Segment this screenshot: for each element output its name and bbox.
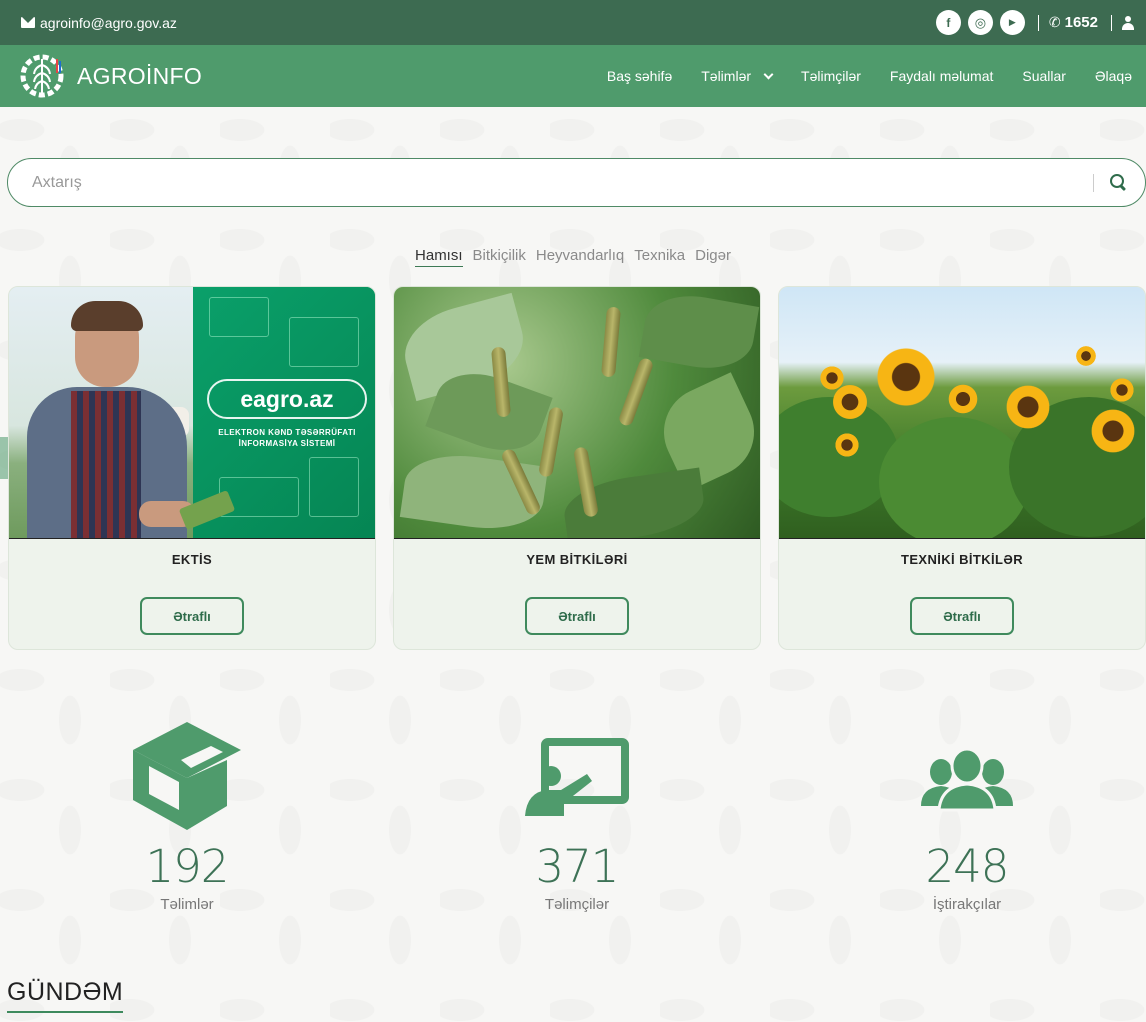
filter-livestock[interactable]: Heyvandarlıq	[536, 247, 624, 267]
filter-machinery[interactable]: Texnika	[634, 247, 685, 267]
card-image-eagro[interactable]: eagro.az ELEKTRON KƏND TƏSƏRRÜFATI İNFOR…	[9, 287, 375, 539]
email-link[interactable]: agroinfo@agro.gov.az	[21, 15, 177, 31]
leaf-shape	[638, 287, 760, 377]
card-title: YEM BİTKİLƏRİ	[526, 552, 628, 567]
sunflower-shape	[874, 345, 938, 409]
sunflower-shape	[1075, 345, 1097, 367]
filter-all[interactable]: Hamısı	[415, 247, 463, 267]
filter-other[interactable]: Digər	[695, 247, 731, 267]
divider	[1093, 173, 1094, 192]
sunflower-shape	[1109, 377, 1135, 403]
main-navbar: AGROİNFO Baş səhifə Təlimlər Təlimçilər …	[0, 45, 1146, 107]
stat-label: Təlimlər	[160, 896, 214, 913]
sunflower-shape	[1089, 407, 1137, 455]
nav-item-questions[interactable]: Suallar	[1022, 68, 1066, 84]
foliage-shape	[879, 417, 1029, 538]
caption-line: İNFORMASİYA SİSTEMİ	[238, 439, 336, 448]
envelope-icon	[21, 17, 35, 28]
eagro-badge: eagro.az	[207, 379, 367, 419]
users-group-icon	[921, 747, 1013, 812]
agenda-heading: GÜNDƏM	[7, 978, 124, 1013]
details-button[interactable]: Ətraflı	[910, 597, 1014, 635]
graduation-cap-icon	[133, 722, 241, 830]
farmer-hair	[71, 301, 143, 331]
stat-label: Təlimçilər	[544, 896, 610, 913]
circuit-decoration	[289, 317, 359, 367]
farmer-shirt	[71, 391, 141, 538]
top-bar: agroinfo@agro.gov.az f ◎ ▶ ✆ 1652	[0, 0, 1146, 45]
circuit-decoration	[209, 297, 269, 337]
stat-value: 192	[145, 840, 230, 893]
facebook-icon[interactable]: f	[935, 10, 961, 35]
card-title: EKTİS	[171, 552, 213, 567]
eagro-caption: ELEKTRON KƏND TƏSƏRRÜFATI İNFORMASİYA Sİ…	[205, 427, 369, 449]
sunflower-shape	[947, 383, 979, 415]
card-image-sunflowers[interactable]	[779, 287, 1145, 539]
sunflower-shape	[834, 432, 860, 458]
youtube-icon[interactable]: ▶	[999, 10, 1025, 35]
nav-menu: Baş səhifə Təlimlər Təlimçilər Faydalı m…	[607, 68, 1132, 84]
phone-icon: ✆	[1048, 14, 1061, 30]
divider	[1037, 14, 1039, 31]
nav-label: Təlimçilər	[801, 68, 861, 84]
user-icon[interactable]	[1122, 15, 1134, 30]
email-text: agroinfo@agro.gov.az	[40, 14, 177, 31]
nav-label: Suallar	[1022, 68, 1066, 84]
nav-label: Təlimlər	[701, 68, 752, 84]
agro-logo-icon	[20, 54, 64, 98]
stat-participants: 248 İştirakçılar	[847, 720, 1087, 913]
sunflower-shape	[819, 365, 845, 391]
nav-item-home[interactable]: Baş səhifə	[607, 68, 672, 84]
chevron-down-icon	[763, 69, 774, 79]
training-card: eagro.az ELEKTRON KƏND TƏSƏRRÜFATI İNFOR…	[8, 286, 376, 650]
nav-item-contact[interactable]: Əlaqə	[1095, 68, 1132, 84]
card-title: TEXNİKİ BİTKİLƏR	[900, 552, 1023, 567]
nav-label: Əlaqə	[1094, 68, 1132, 84]
brand-name: AGROİNFO	[77, 62, 203, 89]
stat-value: 371	[535, 840, 620, 893]
training-card: TEXNİKİ BİTKİLƏR Ətraflı	[778, 286, 1146, 650]
pod-shape	[600, 306, 622, 378]
top-bar-right: f ◎ ▶ ✆ 1652	[935, 10, 1134, 35]
filter-crop-farming[interactable]: Bitkiçilik	[473, 247, 526, 267]
caption-line: ELEKTRON KƏND TƏSƏRRÜFATI	[218, 428, 356, 437]
stat-trainers: 371 Təlimçilər	[457, 720, 697, 913]
nav-item-useful-info[interactable]: Faydalı məlumat	[890, 68, 993, 84]
pod-shape	[617, 356, 655, 428]
card-image-soybean[interactable]	[394, 287, 760, 539]
instagram-icon[interactable]: ◎	[967, 10, 993, 35]
details-button[interactable]: Ətraflı	[140, 597, 244, 635]
circuit-decoration	[309, 457, 359, 517]
training-card: YEM BİTKİLƏRİ Ətraflı	[393, 286, 761, 650]
phone-link[interactable]: ✆ 1652	[1049, 14, 1098, 31]
nav-item-trainers[interactable]: Təlimçilər	[801, 68, 861, 84]
nav-item-trainings[interactable]: Təlimlər	[701, 68, 774, 84]
nav-label: Baş səhifə	[606, 68, 673, 84]
details-button[interactable]: Ətraflı	[525, 597, 629, 635]
sunflower-shape	[1004, 383, 1052, 431]
search-input[interactable]	[32, 173, 1093, 192]
nav-label: Faydalı məlumat	[889, 68, 994, 84]
stat-trainings: 192 Təlimlər	[67, 720, 307, 913]
stat-value: 248	[925, 840, 1010, 893]
search-bar	[7, 158, 1146, 207]
category-filters: Hamısı Bitkiçilik Heyvandarlıq Texnika D…	[0, 247, 1146, 267]
brand-logo-link[interactable]: AGROİNFO	[17, 51, 202, 101]
stat-label: İştirakçılar	[932, 896, 1002, 913]
teacher-board-icon	[525, 738, 629, 816]
divider	[1111, 14, 1112, 31]
phone-number: 1652	[1064, 14, 1098, 31]
search-icon[interactable]	[1110, 174, 1127, 191]
